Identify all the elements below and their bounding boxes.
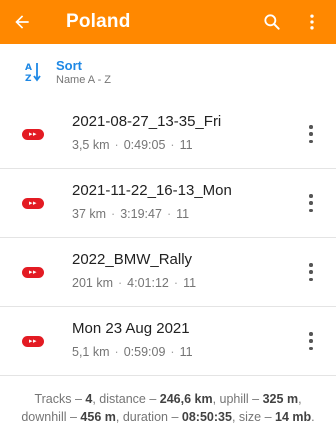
track-name: Mon 23 Aug 2021 xyxy=(72,320,190,337)
search-button[interactable] xyxy=(252,0,292,44)
svg-text:Z: Z xyxy=(25,74,32,83)
track-name: 2022_BMW_Rally xyxy=(72,251,193,268)
track-duration: 0:49:05 xyxy=(123,138,166,152)
track-details: 201 km · 4:01:12 · 11 xyxy=(72,276,197,290)
track-distance: 201 km xyxy=(72,276,113,290)
track-name: 2021-11-22_16-13_Mon xyxy=(72,182,232,199)
track-distance: 3,5 km xyxy=(72,138,110,152)
track-menu-button[interactable] xyxy=(308,125,314,143)
track-distance: 5,1 km xyxy=(72,345,110,359)
track-name: 2021-08-27_13-35_Fri xyxy=(72,113,222,130)
track-row[interactable]: ▸▸ 2022_BMW_Rally 201 km · 4:01:12 · 11 xyxy=(0,238,336,307)
track-distance: 37 km xyxy=(72,207,107,221)
track-details: 5,1 km · 0:59:09 · 11 xyxy=(72,345,193,359)
track-details: 37 km · 3:19:47 · 11 xyxy=(72,207,190,221)
track-icon: ▸▸ xyxy=(22,267,44,278)
more-vert-icon xyxy=(310,14,314,30)
track-details: 3,5 km · 0:49:05 · 11 xyxy=(72,138,193,152)
overflow-menu-button[interactable] xyxy=(292,0,332,44)
track-row[interactable]: ▸▸ 2021-11-22_16-13_Mon 37 km · 3:19:47 · 11 xyxy=(0,169,336,238)
track-icon: ▸▸ xyxy=(22,336,44,347)
track-duration: 4:01:12 xyxy=(127,276,169,290)
sort-label: Sort xyxy=(56,57,82,73)
svg-text:A: A xyxy=(25,63,32,73)
track-menu-button[interactable] xyxy=(308,332,314,350)
track-points: 11 xyxy=(179,138,193,152)
app-bar: Poland xyxy=(0,0,336,44)
track-points: 11 xyxy=(183,276,197,290)
track-row[interactable]: ▸▸ Mon 23 Aug 2021 5,1 km · 0:59:09 · 11 xyxy=(0,307,336,376)
track-duration: 0:59:09 xyxy=(123,345,166,359)
page-title: Poland xyxy=(66,11,131,32)
track-list: ▸▸ 2021-08-27_13-35_Fri 3,5 km · 0:49:05 · 11 ▸… xyxy=(0,100,336,376)
track-menu-button[interactable] xyxy=(308,263,314,281)
track-icon: ▸▸ xyxy=(22,129,44,140)
track-row[interactable]: ▸▸ 2021-08-27_13-35_Fri 3,5 km · 0:49:05 · 11 xyxy=(0,100,336,169)
track-menu-button[interactable] xyxy=(308,194,314,212)
arrow-back-icon xyxy=(15,15,29,29)
tracks-summary: Tracks – 4, distance – 246,6 km, uphill … xyxy=(21,392,315,424)
search-icon xyxy=(264,14,280,30)
track-points: 11 xyxy=(176,207,190,221)
sort-order-label: Name A - Z xyxy=(56,73,112,86)
track-icon: ▸▸ xyxy=(22,198,44,209)
track-points: 11 xyxy=(179,345,193,359)
back-button[interactable] xyxy=(2,0,42,44)
sort-az-icon: A Z xyxy=(20,61,46,83)
sort-row[interactable]: A Z Sort Name A - Z xyxy=(0,44,336,100)
track-duration: 3:19:47 xyxy=(120,207,162,221)
